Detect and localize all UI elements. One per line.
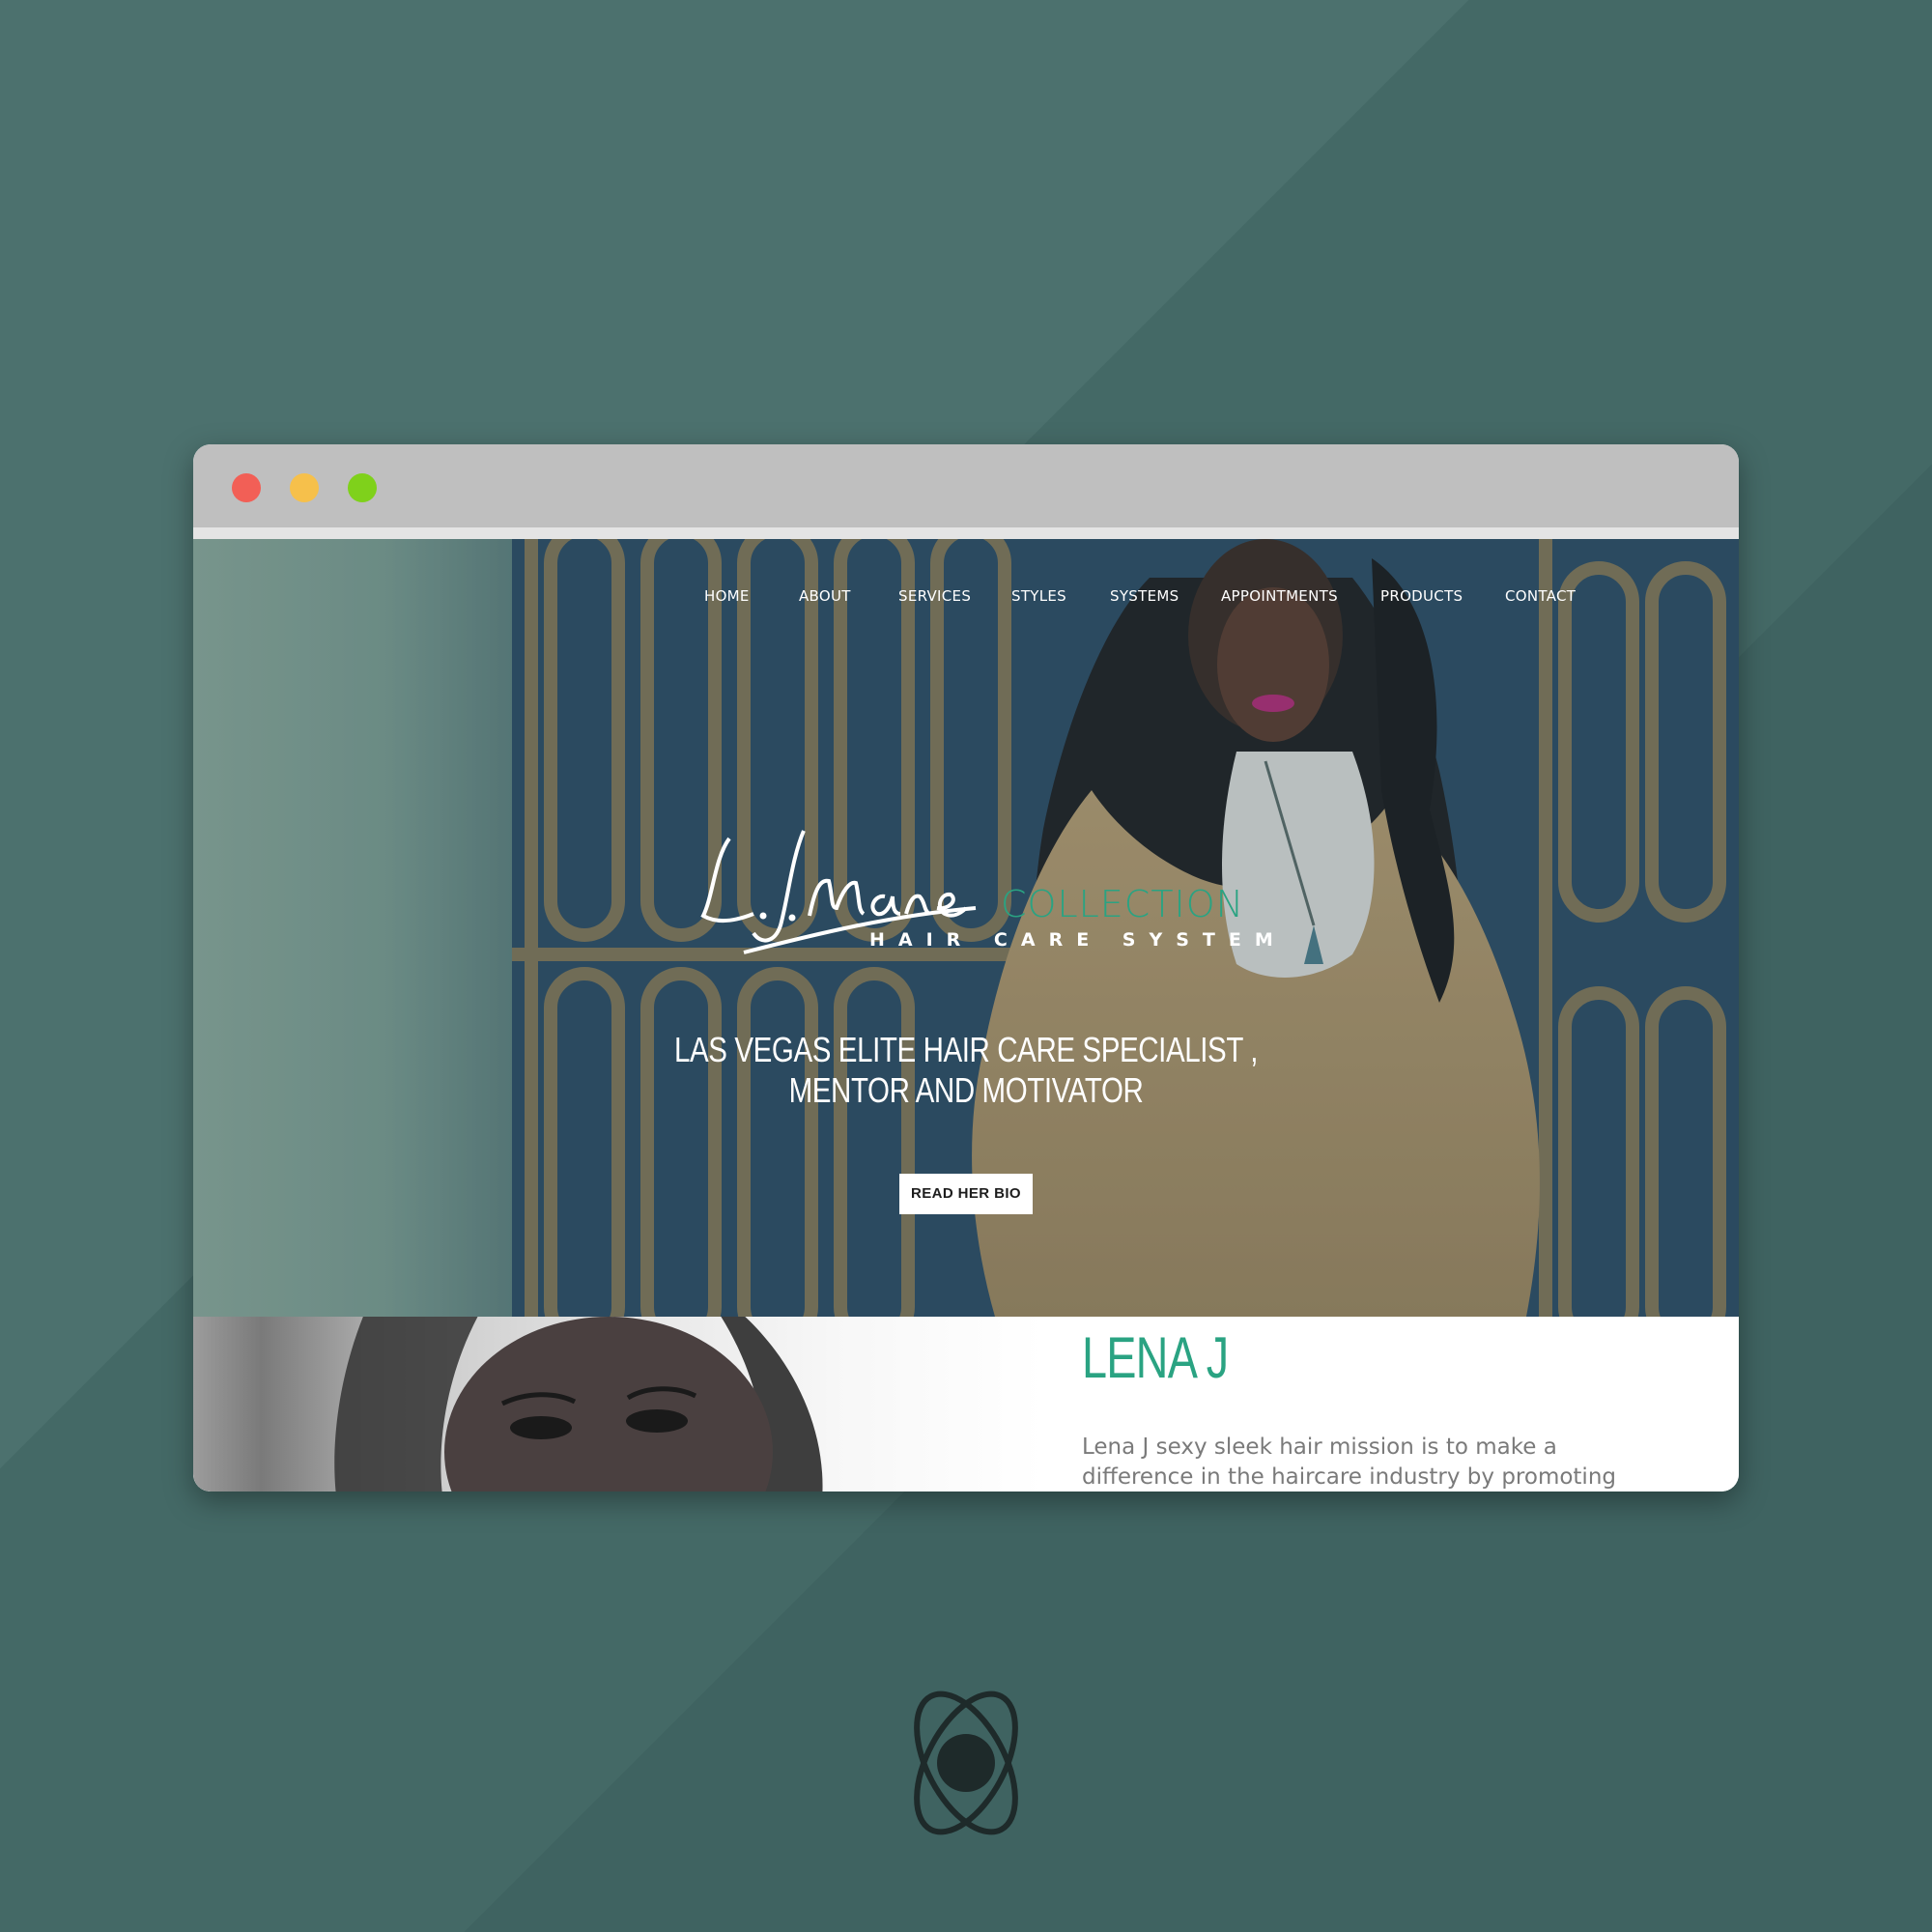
about-title: LENA J: [1082, 1325, 1229, 1390]
browser-titlebar: [193, 444, 1739, 527]
about-section: LENA J Lena J sexy sleek hair mission is…: [193, 1317, 1739, 1492]
hero-section: HOME ABOUT SERVICES STYLES SYSTEMS APPOI…: [193, 539, 1739, 1317]
atom-logo-icon: [914, 1690, 1018, 1835]
brand-logo: COLLECTION HAIR CARE SYSTEM: [696, 819, 1273, 964]
read-her-bio-button[interactable]: READ HER BIO: [899, 1174, 1033, 1214]
nav-item-styles[interactable]: STYLES: [1011, 587, 1066, 605]
nav-item-contact[interactable]: CONTACT: [1505, 587, 1576, 605]
nav-item-appointments[interactable]: APPOINTMENTS: [1221, 587, 1338, 605]
portrait-illustration: [334, 1317, 823, 1492]
hero-headline: LAS VEGAS ELITE HAIR CARE SPECIALIST , M…: [673, 1030, 1259, 1110]
browser-window: HOME ABOUT SERVICES STYLES SYSTEMS APPOI…: [193, 444, 1739, 1492]
close-window-button[interactable]: [232, 473, 261, 502]
about-text: Lena J sexy sleek hair mission is to mak…: [1082, 1435, 1616, 1490]
minimize-window-button[interactable]: [290, 473, 319, 502]
main-navigation: HOME ABOUT SERVICES STYLES SYSTEMS APPOI…: [193, 587, 1739, 616]
nav-item-about[interactable]: ABOUT: [799, 587, 851, 605]
lena-portrait-photo: [193, 1317, 1043, 1492]
maximize-window-button[interactable]: [348, 473, 377, 502]
logo-collection-text: COLLECTION: [1001, 883, 1245, 925]
nav-item-products[interactable]: PRODUCTS: [1380, 587, 1463, 605]
titlebar-divider: [193, 527, 1739, 539]
nav-item-services[interactable]: SERVICES: [898, 587, 971, 605]
logo-tagline: HAIR CARE SYSTEM: [869, 929, 1287, 951]
nav-item-systems[interactable]: SYSTEMS: [1110, 587, 1179, 605]
nav-item-home[interactable]: HOME: [704, 587, 750, 605]
